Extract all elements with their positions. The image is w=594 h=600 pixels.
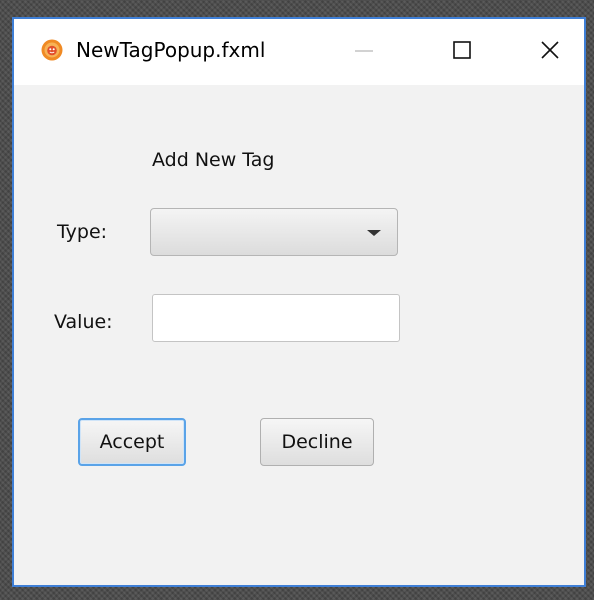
value-label: Value:	[54, 311, 113, 333]
minimize-button[interactable]	[336, 19, 392, 85]
maximize-icon	[452, 40, 472, 64]
type-dropdown[interactable]	[150, 208, 398, 256]
title-bar[interactable]: NewTagPopup.fxml	[14, 19, 584, 85]
maximize-button[interactable]	[434, 19, 490, 85]
close-button[interactable]	[522, 19, 578, 85]
value-input[interactable]	[152, 294, 400, 342]
dialog-heading: Add New Tag	[152, 149, 275, 171]
close-icon	[540, 40, 560, 64]
decline-button[interactable]: Decline	[260, 418, 374, 466]
java-duke-icon	[41, 39, 63, 61]
dropdown-arrow-icon	[367, 230, 381, 236]
accept-button[interactable]: Accept	[78, 418, 186, 466]
popup-window: NewTagPopup.fxml Add New Tag Type: Value…	[12, 17, 586, 587]
minimize-icon	[354, 40, 374, 64]
window-title: NewTagPopup.fxml	[76, 38, 266, 62]
type-label: Type:	[57, 221, 108, 243]
